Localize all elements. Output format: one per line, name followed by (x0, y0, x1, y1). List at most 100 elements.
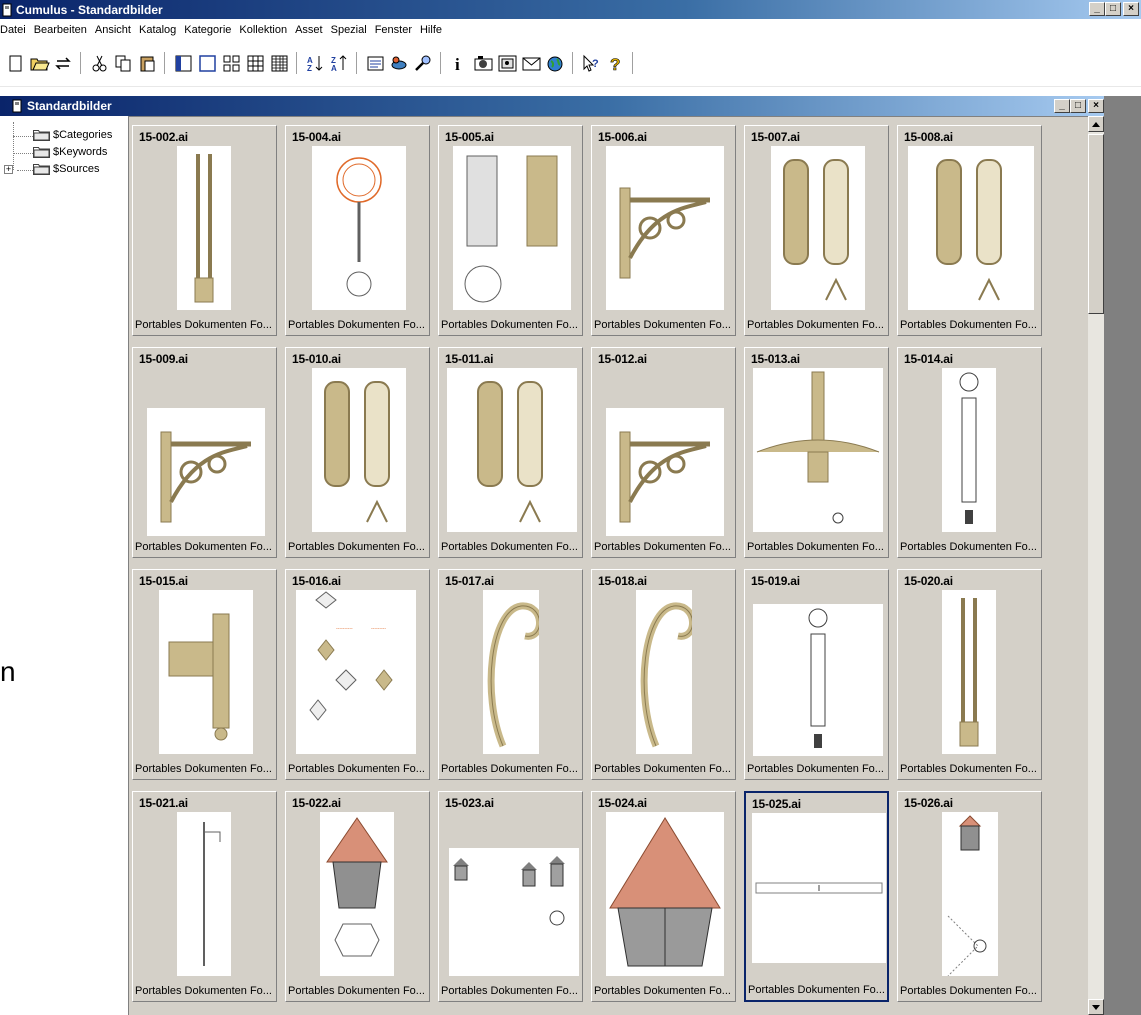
menu-item-kategorie[interactable]: Kategorie (180, 24, 235, 36)
asset-filename: 15-013.ai (751, 352, 800, 366)
wall-plate-icon (771, 146, 865, 310)
asset-thumbnail-cell[interactable]: 15-025.ai Portables Dokumenten Fo... (744, 791, 889, 1002)
tall-pole-icon (177, 146, 231, 310)
mail-icon[interactable] (520, 52, 542, 74)
preview-pane-icon[interactable] (172, 52, 194, 74)
menu-item-hilfe[interactable]: Hilfe (416, 24, 446, 36)
asset-caption: Portables Dokumenten Fo... (135, 763, 272, 775)
catalog-minimize-button[interactable]: _ (1054, 99, 1070, 113)
camera-icon[interactable] (472, 52, 494, 74)
asset-thumbnail-cell[interactable]: 15-002.ai Portables Dokumenten Fo... (132, 125, 277, 336)
minimize-button[interactable]: _ (1089, 2, 1105, 16)
preview-icon[interactable] (496, 52, 518, 74)
scroll-up-arrow-icon[interactable] (1088, 116, 1104, 132)
asset-thumbnail-cell[interactable]: 15-011.ai Portables Dokumenten Fo... (438, 347, 583, 558)
chandelier-icon (753, 368, 883, 532)
folder-icon (33, 147, 50, 158)
menu-item-ansicht[interactable]: Ansicht (91, 24, 135, 36)
close-button[interactable]: × (1123, 2, 1139, 16)
menu-item-katalog[interactable]: Katalog (135, 24, 180, 36)
asset-filename: 15-017.ai (445, 574, 494, 588)
small-thumb-view-icon[interactable] (244, 52, 266, 74)
menu-item-kollektion[interactable]: Kollektion (235, 24, 291, 36)
tree-item-sources[interactable]: + $Sources (4, 163, 99, 175)
help-icon[interactable]: ? (604, 52, 626, 74)
context-help-icon[interactable]: ? (580, 52, 602, 74)
paste-icon[interactable] (136, 52, 158, 74)
scroll-down-arrow-icon[interactable] (1088, 999, 1104, 1015)
asset-thumbnail-cell[interactable]: 15-018.ai Portables Dokumenten Fo... (591, 569, 736, 780)
expand-icon[interactable]: + (4, 164, 13, 174)
asset-thumbnail-cell[interactable]: 15-013.ai Portables Dokumenten Fo... (744, 347, 889, 558)
asset-thumbnail-cell[interactable]: 15-008.ai Portables Dokumenten Fo... (897, 125, 1042, 336)
asset-thumbnail-cell[interactable]: 15-014.ai Portables Dokumenten Fo... (897, 347, 1042, 558)
svg-text:A: A (331, 64, 337, 73)
asset-thumbnail-cell[interactable]: 15-007.ai Portables Dokumenten Fo... (744, 125, 889, 336)
vertical-scrollbar[interactable] (1088, 116, 1104, 1015)
asset-thumbnail-cell[interactable]: 15-016.ai ---------- --------- Portables Do… (285, 569, 430, 780)
catalog-window-controls: _ □ × (1054, 99, 1104, 113)
info-icon[interactable]: i (448, 52, 470, 74)
scroll-thumb[interactable] (1088, 134, 1104, 314)
connect-icon[interactable] (388, 52, 410, 74)
asset-caption: Portables Dokumenten Fo... (288, 985, 425, 997)
asset-thumbnail-cell[interactable]: 15-020.ai Portables Dokumenten Fo... (897, 569, 1042, 780)
copy-icon[interactable] (112, 52, 134, 74)
catalog-close-button[interactable]: × (1088, 99, 1104, 113)
asset-thumbnail-cell[interactable]: 15-005.ai Portables Dokumenten Fo... (438, 125, 583, 336)
asset-thumbnail-cell[interactable]: 15-026.ai Portables Dokumenten Fo... (897, 791, 1042, 1002)
asset-caption: Portables Dokumenten Fo... (288, 541, 425, 553)
tree-item-keywords[interactable]: $Keywords (33, 146, 107, 158)
asset-thumbnail-cell[interactable]: 15-019.ai Portables Dokumenten Fo... (744, 569, 889, 780)
catalog-title-bar[interactable]: Standardbilder _ □ × (0, 96, 1104, 116)
record-view-icon[interactable] (364, 52, 386, 74)
maximize-button[interactable]: □ (1105, 2, 1121, 16)
asset-thumbnail-cell[interactable]: 15-021.ai Portables Dokumenten Fo... (132, 791, 277, 1002)
asset-filename: 15-025.ai (752, 797, 801, 811)
menu-item-fenster[interactable]: Fenster (371, 24, 416, 36)
asset-thumbnail-cell[interactable]: 15-017.ai Portables Dokumenten Fo... (438, 569, 583, 780)
asset-thumbnail-cell[interactable]: 15-006.ai Portables Dokumenten Fo... (591, 125, 736, 336)
toolbar-separator (296, 52, 298, 74)
asset-thumbnail-cell[interactable]: 15-009.ai Portables Dokumenten Fo... (132, 347, 277, 558)
asset-caption: Portables Dokumenten Fo... (900, 541, 1037, 553)
asset-caption: Portables Dokumenten Fo... (135, 541, 272, 553)
catalog-maximize-button[interactable]: □ (1070, 99, 1086, 113)
toolbar-separator (572, 52, 574, 74)
wall-plate-icon (312, 368, 406, 532)
asset-thumbnail-cell[interactable]: 15-012.ai Portables Dokumenten Fo... (591, 347, 736, 558)
sort-asc-icon[interactable]: AZ (304, 52, 326, 74)
single-view-icon[interactable] (196, 52, 218, 74)
asset-filename: 15-022.ai (292, 796, 341, 810)
find-icon[interactable] (412, 52, 434, 74)
asset-caption: Portables Dokumenten Fo... (594, 319, 731, 331)
asset-thumbnail-cell[interactable]: 15-022.ai Portables Dokumenten Fo... (285, 791, 430, 1002)
stray-text: n (0, 656, 16, 687)
web-icon[interactable] (544, 52, 566, 74)
asset-filename: 15-008.ai (904, 130, 953, 144)
sort-desc-icon[interactable]: ZA (328, 52, 350, 74)
technical-drawing-icon (942, 368, 996, 532)
asset-thumbnail-cell[interactable]: 15-004.ai Portables Dokumenten Fo... (285, 125, 430, 336)
asset-thumbnail-cell[interactable]: 15-024.ai Portables Dokumenten Fo... (591, 791, 736, 1002)
side-bracket-icon (159, 590, 253, 754)
swap-icon[interactable] (52, 52, 74, 74)
list-view-icon[interactable] (268, 52, 290, 74)
tree-item-categories[interactable]: $Categories (33, 129, 112, 141)
toolbar-separator (440, 52, 442, 74)
asset-thumbnail-cell[interactable]: 15-010.ai Portables Dokumenten Fo... (285, 347, 430, 558)
app-title-bar[interactable]: Cumulus - Standardbilder _ □ × (0, 0, 1141, 19)
asset-filename: 15-014.ai (904, 352, 953, 366)
thumb-view-icon[interactable] (220, 52, 242, 74)
menu-item-asset[interactable]: Asset (291, 24, 327, 36)
cut-icon[interactable] (88, 52, 110, 74)
menu-item-bearbeiten[interactable]: Bearbeiten (30, 24, 91, 36)
asset-filename: 15-019.ai (751, 574, 800, 588)
asset-thumbnail-cell[interactable]: 15-023.ai Portables Dokumenten Fo... (438, 791, 583, 1002)
asset-thumbnail-cell[interactable]: 15-015.ai Portables Dokumenten Fo... (132, 569, 277, 780)
menu-item-spezial[interactable]: Spezial (327, 24, 371, 36)
menu-item-datei[interactable]: Datei (0, 24, 30, 36)
asset-thumbnail-grid[interactable]: 15-002.ai Portables Dokumenten Fo... 15-00… (128, 116, 1088, 1015)
open-folder-icon[interactable] (28, 52, 50, 74)
new-icon[interactable] (4, 52, 26, 74)
